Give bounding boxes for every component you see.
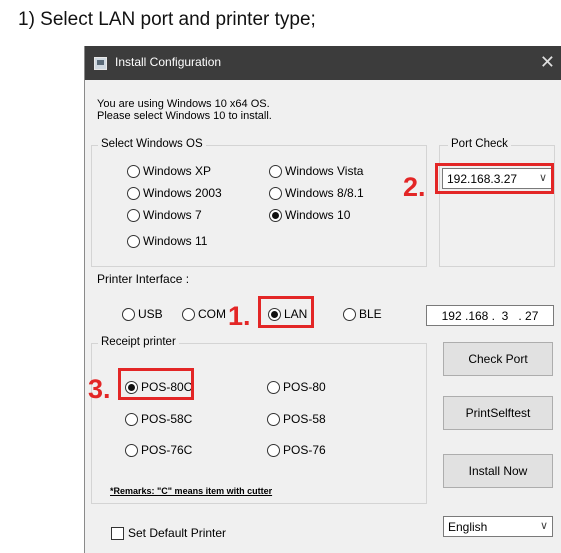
radio-pos-58[interactable]: POS-58 bbox=[267, 412, 326, 426]
install-now-button[interactable]: Install Now bbox=[443, 454, 553, 488]
radio-button[interactable] bbox=[269, 186, 282, 200]
ip-address-input[interactable]: 192 .168 . 3 . 27 bbox=[426, 305, 554, 326]
step-3-marker: 3. bbox=[88, 374, 111, 404]
port-check-legend: Port Check bbox=[448, 138, 511, 150]
radio-button-selected[interactable] bbox=[125, 380, 138, 394]
radio-button[interactable] bbox=[122, 307, 135, 321]
radio-button[interactable] bbox=[127, 164, 140, 178]
radio-pos-80c[interactable]: POS-80C bbox=[125, 380, 192, 394]
install-configuration-window: Install Configuration ✕ You are using Wi… bbox=[84, 46, 561, 553]
radio-button[interactable] bbox=[182, 307, 195, 321]
radio-windows-7[interactable]: Windows 7 bbox=[127, 208, 202, 222]
radio-windows-vista[interactable]: Windows Vista bbox=[269, 164, 363, 178]
radio-windows-11[interactable]: Windows 11 bbox=[127, 234, 207, 248]
chevron-down-icon: ∨ bbox=[539, 520, 548, 532]
check-port-button[interactable]: Check Port bbox=[443, 342, 553, 376]
radio-label: BLE bbox=[359, 307, 382, 321]
step-1-marker: 1. bbox=[228, 301, 251, 331]
radio-button-selected[interactable] bbox=[268, 307, 281, 321]
radio-label: Windows 7 bbox=[143, 208, 202, 222]
set-default-printer-checkbox[interactable] bbox=[111, 526, 124, 540]
close-icon[interactable]: ✕ bbox=[540, 53, 555, 71]
set-default-printer-option[interactable]: Set Default Printer bbox=[111, 526, 226, 540]
language-select[interactable]: English ∨ bbox=[443, 516, 553, 537]
radio-interface-lan[interactable]: LAN bbox=[268, 307, 307, 321]
radio-label: Windows 2003 bbox=[143, 186, 222, 200]
radio-label: Windows 11 bbox=[143, 234, 208, 248]
os-info-line-2: Please select Windows 10 to install. bbox=[97, 110, 272, 122]
radio-windows-10[interactable]: Windows 10 bbox=[269, 208, 350, 222]
port-check-group: Port Check bbox=[439, 138, 555, 267]
title-bar: Install Configuration ✕ bbox=[85, 46, 561, 80]
radio-label: Windows 10 bbox=[285, 208, 351, 222]
radio-label: LAN bbox=[284, 307, 308, 321]
radio-label: POS-58 bbox=[283, 412, 326, 426]
radio-button[interactable] bbox=[127, 186, 140, 200]
chevron-down-icon: ∨ bbox=[538, 172, 547, 184]
radio-label: POS-76 bbox=[283, 443, 326, 457]
radio-button[interactable] bbox=[267, 443, 280, 457]
radio-windows-2003[interactable]: Windows 2003 bbox=[127, 186, 222, 200]
window-title: Install Configuration bbox=[115, 55, 222, 69]
set-default-printer-label: Set Default Printer bbox=[128, 526, 227, 540]
printer-interface-label: Printer Interface : bbox=[97, 272, 190, 286]
radio-button[interactable] bbox=[343, 307, 356, 321]
radio-pos-76c[interactable]: POS-76C bbox=[125, 443, 192, 457]
port-select-value: 192.168.3.27 bbox=[447, 171, 518, 186]
radio-button[interactable] bbox=[125, 443, 138, 457]
radio-label: POS-80 bbox=[283, 380, 326, 394]
print-selftest-button[interactable]: PrintSelftest bbox=[443, 396, 553, 430]
instruction-caption: 1) Select LAN port and printer type; bbox=[18, 9, 316, 30]
select-windows-os-legend: Select Windows OS bbox=[98, 138, 206, 150]
os-info-line-1: You are using Windows 10 x64 OS. bbox=[97, 98, 270, 110]
radio-button[interactable] bbox=[267, 412, 280, 426]
cutter-remark: *Remarks: "C" means item with cutter bbox=[110, 486, 273, 496]
radio-pos-80[interactable]: POS-80 bbox=[267, 380, 326, 394]
radio-button[interactable] bbox=[267, 380, 280, 394]
radio-windows-xp[interactable]: Windows XP bbox=[127, 164, 211, 178]
radio-button[interactable] bbox=[269, 164, 282, 178]
receipt-printer-legend: Receipt printer bbox=[98, 336, 179, 348]
port-select[interactable]: 192.168.3.27 ∨ bbox=[442, 168, 552, 189]
radio-windows-8[interactable]: Windows 8/8.1 bbox=[269, 186, 364, 200]
step-2-marker: 2. bbox=[403, 172, 426, 202]
radio-label: COM bbox=[198, 307, 226, 321]
radio-pos-76[interactable]: POS-76 bbox=[267, 443, 326, 457]
radio-label: POS-76C bbox=[141, 443, 193, 457]
radio-label: Windows 8/8.1 bbox=[285, 186, 364, 200]
radio-label: POS-58C bbox=[141, 412, 193, 426]
radio-button[interactable] bbox=[127, 234, 140, 248]
radio-label: USB bbox=[138, 307, 163, 321]
radio-button[interactable] bbox=[127, 208, 140, 222]
radio-label: Windows Vista bbox=[285, 164, 364, 178]
radio-button-selected[interactable] bbox=[269, 208, 282, 222]
language-select-value: English bbox=[448, 519, 488, 534]
radio-label: POS-80C bbox=[141, 380, 193, 394]
select-windows-os-group: Select Windows OS Windows XP Windows Vis… bbox=[91, 138, 427, 267]
app-icon bbox=[94, 57, 107, 70]
radio-interface-usb[interactable]: USB bbox=[122, 307, 163, 321]
radio-interface-com[interactable]: COM bbox=[182, 307, 226, 321]
radio-pos-58c[interactable]: POS-58C bbox=[125, 412, 192, 426]
radio-label: Windows XP bbox=[143, 164, 212, 178]
radio-interface-ble[interactable]: BLE bbox=[343, 307, 382, 321]
radio-button[interactable] bbox=[125, 412, 138, 426]
